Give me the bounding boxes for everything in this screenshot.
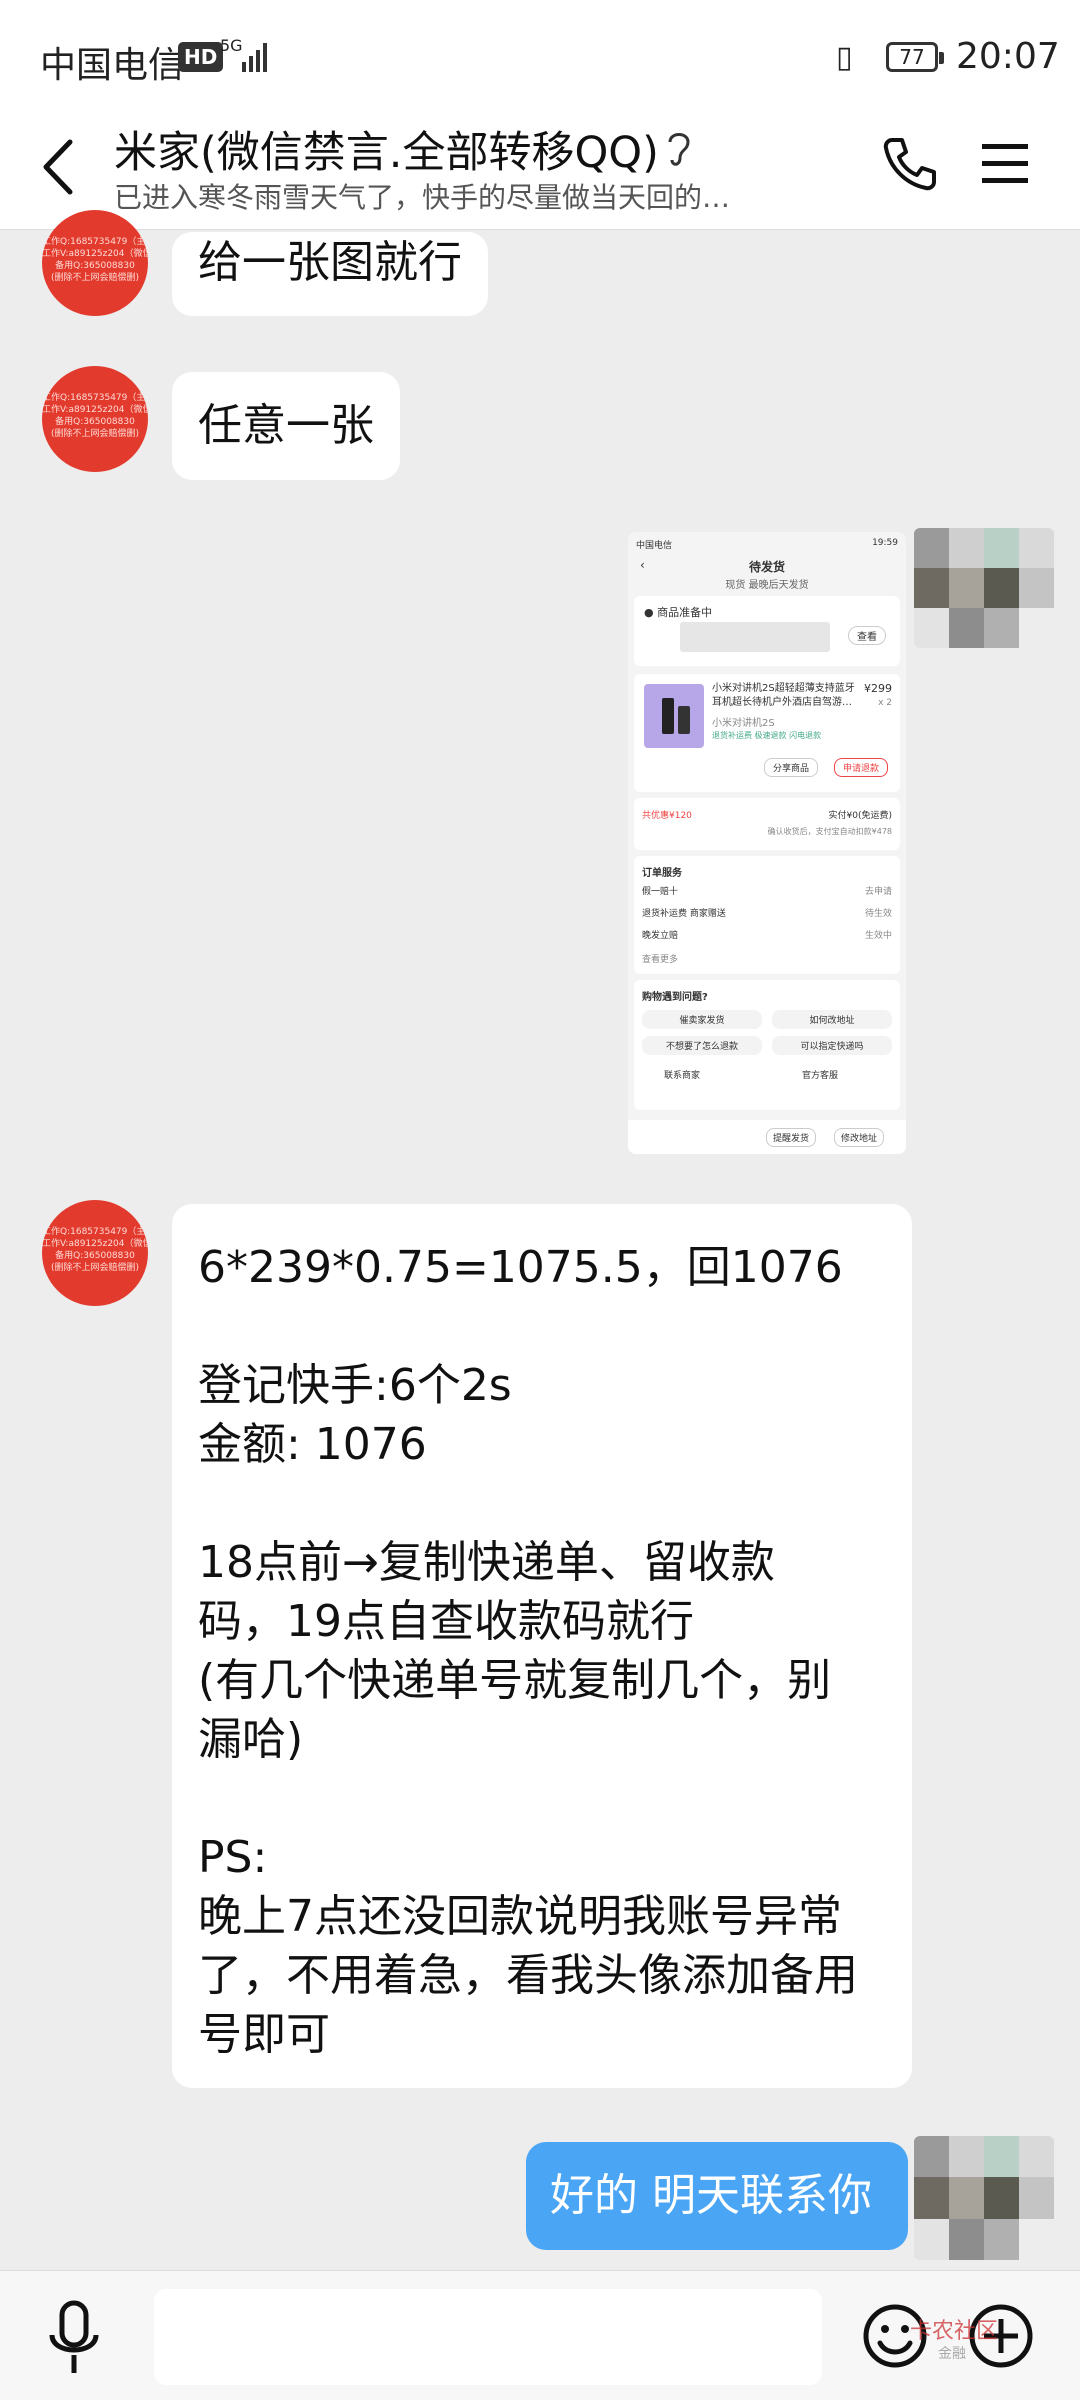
my-avatar[interactable]: [914, 528, 1054, 648]
message-bubble[interactable]: 6*239*0.75=1075.5，回1076 登记快手:6个2s 金额: 10…: [172, 1204, 912, 2088]
watermark-label: 卡农社区: [910, 2319, 999, 2344]
vibrate-icon: ▯: [836, 40, 853, 75]
chat-header: 米家(微信禁言.全部转移QQ) 已进入寒冬雨雪天气了，快手的尽量做当天回的…: [0, 110, 1080, 230]
input-bar: 卡农社区 金融: [0, 2270, 1080, 2400]
message-bubble[interactable]: 任意一张: [172, 372, 400, 480]
chat-title[interactable]: 米家(微信禁言.全部转移QQ): [114, 118, 659, 180]
message-line: 了，不用着急，看我头像添加备用: [198, 1950, 858, 2001]
earpiece-icon: [668, 133, 690, 166]
battery-icon: 77: [886, 42, 944, 72]
contact-avatar[interactable]: 工作Q:1685735479（主要方式）工作V:a89125z204（微信需要备…: [42, 210, 148, 316]
message-text: 好的 明天联系你: [550, 2170, 872, 2221]
message-line: [198, 1474, 886, 1533]
phone-icon[interactable]: [880, 134, 940, 194]
message-line: [198, 1297, 886, 1356]
carrier-label: 中国电信: [40, 45, 185, 86]
message-line: (有几个快递单号就复制几个，别: [198, 1655, 832, 1706]
message-line: 18点前→复制快递单、留收款: [198, 1537, 775, 1588]
hd-badge: HD: [178, 42, 224, 72]
message-line: 6*239*0.75=1075.5，回1076: [198, 1242, 843, 1293]
message-line: 码，19点自查收款码就行: [198, 1596, 694, 1647]
clock: 20:07: [956, 36, 1060, 77]
message-line: 漏哈): [198, 1714, 304, 1765]
contact-avatar[interactable]: 工作Q:1685735479（主要方式）工作V:a89125z204（微信需要备…: [42, 366, 148, 472]
chat-subtitle: 已进入寒冬雨雪天气了，快手的尽量做当天回的…: [114, 181, 731, 214]
message-line: 登记快手:6个2s: [198, 1360, 512, 1411]
message-line: 号即可: [198, 2009, 330, 2060]
network-label: 5G: [220, 36, 243, 55]
message-input[interactable]: [154, 2289, 822, 2385]
signal-icon: [242, 43, 267, 72]
voice-icon[interactable]: [44, 2299, 104, 2379]
order-screenshot-image[interactable]: 中国电信 19:59 待发货 现货 最晚后天发货 ‹ ● 商品准备中 查看 小米…: [628, 532, 906, 1154]
status-bar: 中国电信 HD 5G ▯ 77 20:07: [0, 0, 1080, 110]
watermark-sub: 金融: [938, 2346, 966, 2362]
contact-avatar[interactable]: 工作Q:1685735479（主要方式）工作V:a89125z204（微信需要备…: [42, 1200, 148, 1306]
message-line: 晚上7点还没回款说明我账号异常: [198, 1891, 842, 1942]
message-bubble-mine[interactable]: 好的 明天联系你: [526, 2142, 908, 2250]
message-line: PS:: [198, 1832, 268, 1883]
message-line: [198, 1769, 886, 1828]
message-text: 给一张图就行: [198, 237, 462, 288]
menu-icon[interactable]: [982, 142, 1028, 186]
message-line: 金额: 1076: [198, 1419, 427, 1470]
message-text: 任意一张: [198, 400, 374, 451]
message-bubble[interactable]: 给一张图就行: [172, 232, 488, 316]
my-avatar[interactable]: [914, 2136, 1054, 2260]
back-arrow-icon[interactable]: [36, 132, 86, 202]
